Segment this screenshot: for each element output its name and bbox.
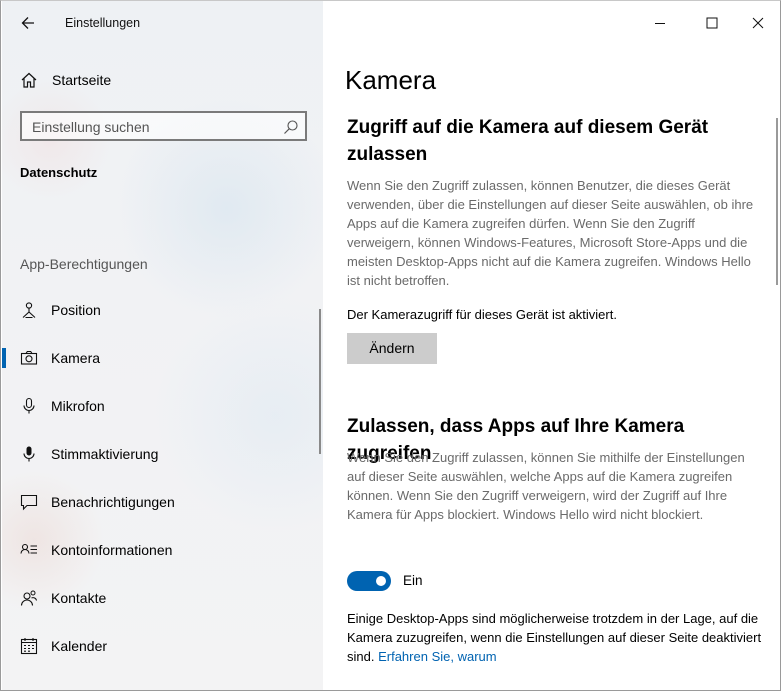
sidebar-item-label: Position bbox=[51, 302, 101, 318]
camera-icon bbox=[20, 350, 38, 365]
search-icon[interactable] bbox=[283, 119, 299, 135]
home-icon bbox=[21, 72, 37, 88]
page-title: Kamera bbox=[345, 65, 437, 95]
sidebar-item-notifications[interactable]: Benachrichtigungen bbox=[2, 481, 323, 523]
sidebar-item-contacts[interactable]: Kontakte bbox=[2, 577, 323, 619]
settings-window: Einstellungen Startseite Einstellung suc… bbox=[0, 0, 781, 691]
device-access-status: Der Kamerazugriff für dieses Gerät ist a… bbox=[347, 307, 617, 322]
voice-activation-icon bbox=[23, 446, 35, 462]
apps-access-description: Wenn Sie den Zugriff zulassen, können Si… bbox=[347, 450, 745, 522]
sidebar-item-camera[interactable]: Kamera bbox=[2, 337, 323, 379]
minimize-icon bbox=[655, 23, 665, 24]
sidebar-item-account-info[interactable]: Kontoinformationen bbox=[2, 529, 323, 571]
apps-access-toggle[interactable] bbox=[347, 571, 391, 591]
notifications-icon bbox=[20, 494, 38, 511]
close-icon bbox=[752, 17, 764, 29]
toggle-knob bbox=[376, 576, 386, 586]
section-title: Datenschutz bbox=[20, 165, 98, 180]
sidebar-item-label: Kamera bbox=[51, 350, 101, 366]
home-label: Startseite bbox=[52, 72, 112, 88]
sidebar-item-position[interactable]: Position bbox=[2, 289, 323, 331]
sidebar-item-label: Benachrichtigungen bbox=[51, 494, 175, 510]
device-access-description: Wenn Sie den Zugriff zulassen, können Be… bbox=[347, 178, 754, 288]
location-icon bbox=[22, 302, 36, 319]
sidebar: Einstellungen Startseite Einstellung suc… bbox=[2, 1, 323, 690]
content-scrollbar[interactable] bbox=[776, 118, 778, 285]
maximize-button[interactable] bbox=[697, 9, 727, 37]
account-info-icon bbox=[20, 543, 37, 554]
sidebar-item-microphone[interactable]: Mikrofon bbox=[2, 385, 323, 427]
microphone-icon bbox=[23, 397, 35, 414]
change-button[interactable]: Ändern bbox=[347, 333, 437, 364]
search-input[interactable]: Einstellung suchen bbox=[20, 111, 307, 141]
desktop-apps-note: Einige Desktop-Apps sind möglicherweise … bbox=[347, 609, 767, 666]
active-indicator bbox=[2, 348, 6, 368]
device-access-heading: Zugriff auf die Kamera auf diesem Gerät … bbox=[347, 117, 709, 165]
close-button[interactable] bbox=[743, 9, 773, 37]
contacts-icon bbox=[20, 590, 37, 606]
sidebar-item-calendar[interactable]: Kalender bbox=[2, 625, 323, 667]
sidebar-item-label: Mikrofon bbox=[51, 398, 105, 414]
sidebar-item-label: Kontoinformationen bbox=[51, 542, 173, 558]
maximize-icon bbox=[706, 17, 718, 29]
sidebar-item-voice-activation[interactable]: Stimmaktivierung bbox=[2, 433, 323, 475]
sidebar-item-label: Kontakte bbox=[51, 590, 107, 606]
sidebar-item-label: Stimmaktivierung bbox=[51, 446, 159, 462]
learn-why-link[interactable]: Erfahren Sie, warum bbox=[378, 649, 497, 664]
search-placeholder: Einstellung suchen bbox=[32, 119, 150, 135]
sidebar-item-label: Kalender bbox=[51, 638, 108, 654]
minimize-button[interactable] bbox=[645, 9, 675, 37]
group-title: App-Berechtigungen bbox=[20, 256, 148, 272]
sidebar-item-home[interactable]: Startseite bbox=[2, 61, 323, 97]
calendar-icon bbox=[20, 638, 38, 655]
sidebar-scrollbar[interactable] bbox=[319, 309, 321, 454]
back-button[interactable] bbox=[12, 9, 44, 37]
content-pane: Kamera Zugriff auf die Kamera auf diesem… bbox=[323, 1, 780, 690]
title-bar: Einstellungen bbox=[2, 1, 323, 45]
back-arrow-icon bbox=[21, 17, 34, 29]
toggle-state-label: Ein bbox=[403, 573, 423, 588]
app-title: Einstellungen bbox=[65, 16, 141, 30]
